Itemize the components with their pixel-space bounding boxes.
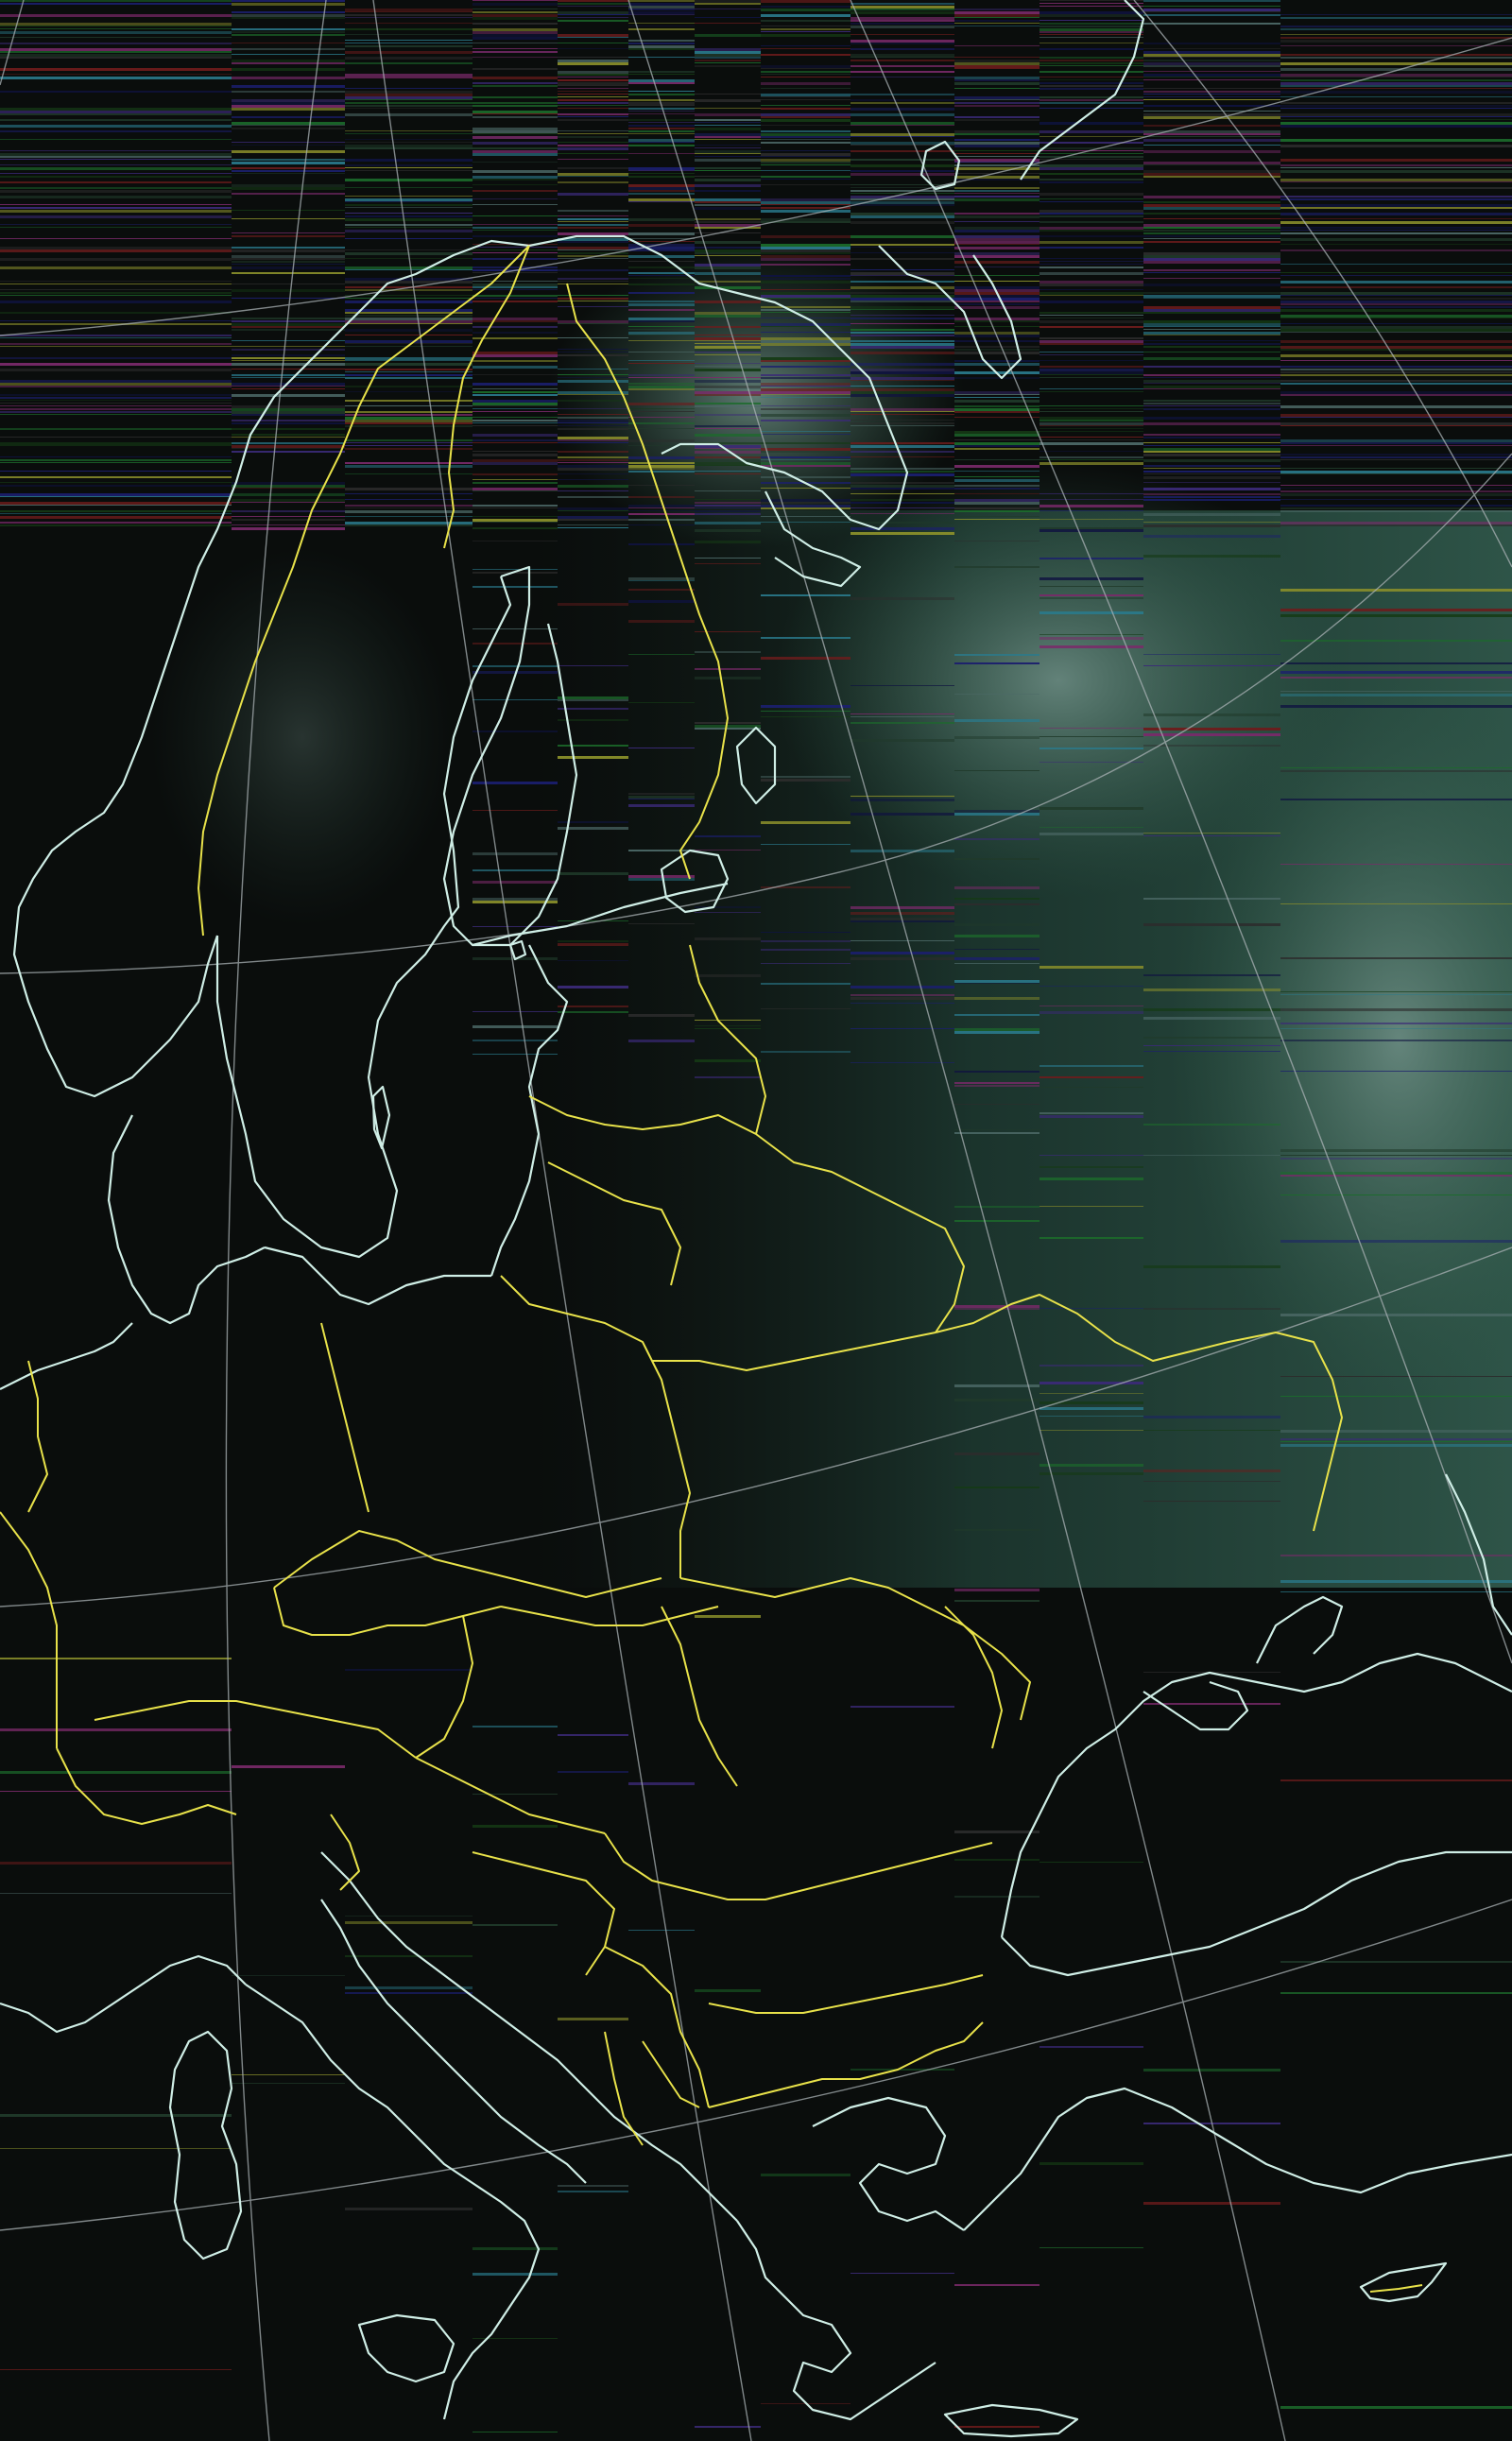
satellite-map	[0, 0, 1512, 2441]
cloud-mass-scandinavia	[151, 548, 454, 926]
map-canvas	[0, 0, 1512, 2441]
